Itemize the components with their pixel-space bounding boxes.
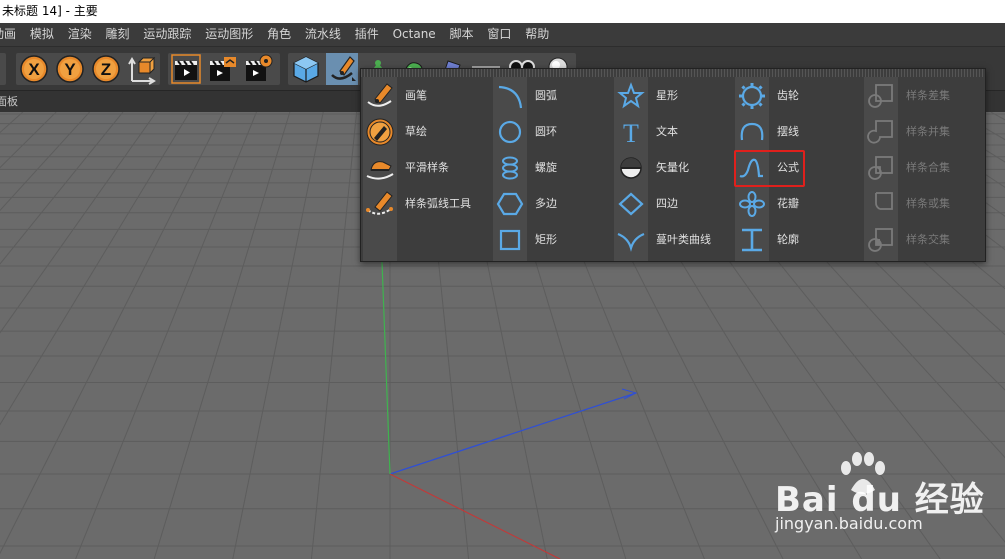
pen-icon xyxy=(363,80,397,112)
x-axis-icon[interactable]: X xyxy=(18,53,50,85)
render-settings-icon[interactable] xyxy=(242,53,274,85)
palette-item-sketch[interactable]: 草绘 xyxy=(363,115,483,149)
palette-item-profile[interactable]: 轮廓 xyxy=(735,223,855,257)
profile-icon xyxy=(735,224,769,256)
menu-character[interactable]: 角色 xyxy=(267,23,291,46)
z-axis-icon[interactable]: Z xyxy=(90,53,122,85)
menu-plugins[interactable]: 插件 xyxy=(355,23,379,46)
watermark-url: jingyan.baidu.com xyxy=(775,514,923,533)
grid-line xyxy=(75,112,257,559)
pen-icon[interactable] xyxy=(326,53,358,85)
palette-item-star[interactable]: 星形 xyxy=(614,79,734,113)
svg-text:T: T xyxy=(623,119,639,148)
palette-column-primitives-2: 星形 T 文本 矢量化 四边 蔓叶类曲线 xyxy=(614,77,734,261)
baidu-jingyan-watermark: Bai du 经验 jingyan.baidu.com xyxy=(775,450,990,545)
palette-item-polygon[interactable]: 多边 xyxy=(493,187,613,221)
toolbar-group-edge xyxy=(0,53,6,85)
palette-item-spline-arc-tool[interactable]: 样条弧线工具 xyxy=(363,187,483,221)
sketch-icon xyxy=(363,116,397,148)
menu-animate[interactable]: 动画 xyxy=(0,23,16,46)
grid-line xyxy=(0,112,24,134)
spline-union-icon xyxy=(864,116,898,148)
menu-bar: 动画 模拟 渲染 雕刻 运动跟踪 运动图形 角色 流水线 插件 Octane 脚… xyxy=(0,23,1005,46)
menu-octane[interactable]: Octane xyxy=(393,23,436,46)
vectorizer-icon xyxy=(614,152,648,184)
cog-icon xyxy=(735,80,769,112)
palette-item-vectorizer[interactable]: 矢量化 xyxy=(614,151,734,185)
menu-pipeline[interactable]: 流水线 xyxy=(305,23,341,46)
palette-item-helix[interactable]: 螺旋 xyxy=(493,151,613,185)
palette-item-text[interactable]: T 文本 xyxy=(614,115,734,149)
palette-item-pen[interactable]: 画笔 xyxy=(363,79,483,113)
grid-line xyxy=(310,112,358,559)
z-axis-line xyxy=(389,392,637,475)
spline-arc-tool-icon xyxy=(363,188,397,220)
spline-intersect-icon xyxy=(864,224,898,256)
menu-sculpt[interactable]: 雕刻 xyxy=(106,23,130,46)
menu-motion-tracking[interactable]: 运动跟踪 xyxy=(143,23,191,46)
rectangle-icon xyxy=(493,224,527,256)
smooth-spline-icon xyxy=(363,152,397,184)
window-title: 未标题 14] - 主要 xyxy=(2,4,98,18)
flower-icon xyxy=(735,188,769,220)
grid-line xyxy=(0,112,124,265)
circle-icon xyxy=(493,116,527,148)
svg-text:Z: Z xyxy=(101,60,111,79)
palette-item-rectangle[interactable]: 矩形 xyxy=(493,223,613,257)
grid-line xyxy=(0,112,157,334)
palette-item-spline-subtract[interactable]: 样条差集 xyxy=(864,79,984,113)
grid-line xyxy=(0,112,90,212)
render-view-icon[interactable] xyxy=(170,53,202,85)
spline-subtract-icon xyxy=(864,80,898,112)
spline-and-icon xyxy=(864,152,898,184)
palette-item-spline-intersect[interactable]: 样条交集 xyxy=(864,223,984,257)
cycloid-icon xyxy=(735,116,769,148)
palette-item-cissoid[interactable]: 蔓叶类曲线 xyxy=(614,223,734,257)
menu-render[interactable]: 渲染 xyxy=(68,23,92,46)
panel-label: 面板 xyxy=(0,95,18,108)
palette-drag-handle[interactable] xyxy=(361,69,985,77)
palette-item-spline-and[interactable]: 样条合集 xyxy=(864,151,984,185)
four-side-icon xyxy=(614,188,648,220)
grid-line xyxy=(153,112,291,559)
star-icon xyxy=(614,80,648,112)
menu-script[interactable]: 脚本 xyxy=(450,23,474,46)
window-title-bar: 未标题 14] - 主要 xyxy=(0,0,1005,23)
menu-simulate[interactable]: 模拟 xyxy=(30,23,54,46)
grid-line xyxy=(0,112,224,555)
palette-column-primitives-1: 圆弧 圆环 螺旋 多边 矩形 xyxy=(493,77,613,261)
palette-item-arc[interactable]: 圆弧 xyxy=(493,79,613,113)
palette-item-smooth-spline[interactable]: 平滑样条 xyxy=(363,151,483,185)
helix-icon xyxy=(493,152,527,184)
palette-column-tools: 画笔 草绘 平滑样条 样条弧线工具 xyxy=(363,77,483,261)
spline-palette-popup: 画笔 草绘 平滑样条 样条弧线工具 圆弧 圆环 螺旋 多边 矩形 星形 T 文本… xyxy=(360,68,986,262)
palette-item-flower[interactable]: 花瓣 xyxy=(735,187,855,221)
highlight-box-formula xyxy=(734,150,805,187)
svg-text:X: X xyxy=(28,60,40,79)
menu-window[interactable]: 窗口 xyxy=(487,23,511,46)
coordinate-system-icon[interactable] xyxy=(126,53,158,85)
palette-item-spline-or[interactable]: 样条或集 xyxy=(864,187,984,221)
arc-icon xyxy=(493,80,527,112)
spline-or-icon xyxy=(864,188,898,220)
render-to-picture-viewer-icon[interactable] xyxy=(206,53,238,85)
palette-item-cycloid[interactable]: 摆线 xyxy=(735,115,855,149)
palette-item-cog[interactable]: 齿轮 xyxy=(735,79,855,113)
palette-item-spline-union[interactable]: 样条并集 xyxy=(864,115,984,149)
cube-icon[interactable] xyxy=(290,53,322,85)
polygon-icon xyxy=(493,188,527,220)
text-icon: T xyxy=(614,116,648,148)
palette-item-four-side[interactable]: 四边 xyxy=(614,187,734,221)
palette-column-spline-booleans: 样条差集 样条并集 样条合集 样条或集 样条交集 xyxy=(864,77,984,261)
svg-text:Y: Y xyxy=(64,60,76,79)
y-axis-icon[interactable]: Y xyxy=(54,53,86,85)
menu-help[interactable]: 帮助 xyxy=(525,23,549,46)
grid-line xyxy=(232,112,324,559)
cissoid-icon xyxy=(614,224,648,256)
menu-mograph[interactable]: 运动图形 xyxy=(205,23,253,46)
palette-item-circle[interactable]: 圆环 xyxy=(493,115,613,149)
